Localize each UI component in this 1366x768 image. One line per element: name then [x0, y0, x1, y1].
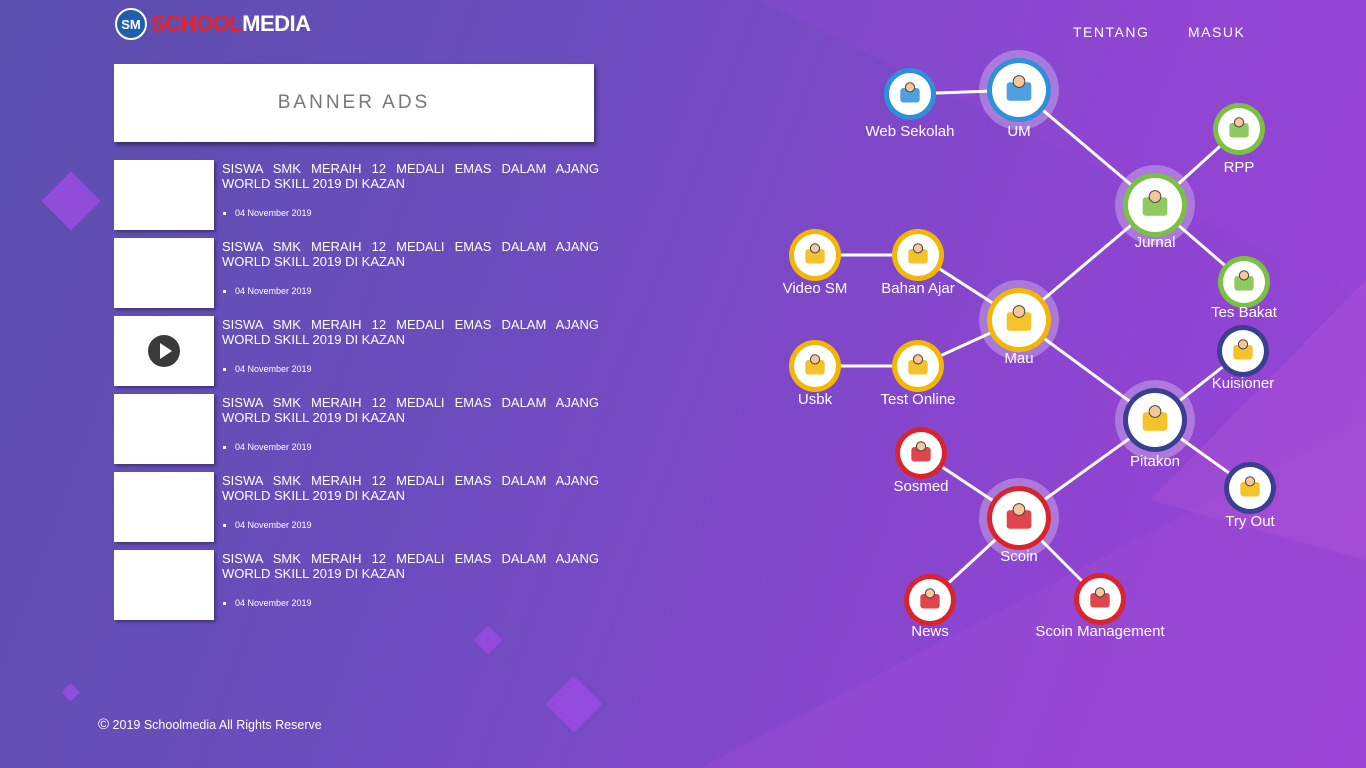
menu-label-news[interactable]: News	[911, 623, 949, 640]
menu-node-mau[interactable]	[979, 280, 1059, 360]
menu-node-scoin-management[interactable]	[1074, 573, 1126, 625]
menu-label-bahan-ajar[interactable]: Bahan Ajar	[881, 280, 954, 297]
menu-node-um[interactable]	[979, 50, 1059, 130]
menu-label-kuisioner[interactable]: Kuisioner	[1212, 375, 1275, 392]
menu-label-pitakon[interactable]: Pitakon	[1130, 453, 1180, 470]
menu-label-mau[interactable]: Mau	[1004, 350, 1033, 367]
menu-node-usbk[interactable]	[789, 340, 841, 392]
menu-node-web-sekolah[interactable]	[884, 68, 936, 120]
menu-node-scoin[interactable]	[979, 478, 1059, 558]
menu-node-news[interactable]	[904, 574, 956, 626]
menu-node-kuisioner[interactable]	[1217, 325, 1269, 377]
menu-label-usbk[interactable]: Usbk	[798, 391, 832, 408]
menu-label-jurnal[interactable]: Jurnal	[1135, 234, 1176, 251]
menu-node-test-online[interactable]	[892, 340, 944, 392]
menu-node-tes-bakat[interactable]	[1218, 256, 1270, 308]
menu-node-bahan-ajar[interactable]	[892, 229, 944, 281]
menu-label-try-out[interactable]: Try Out	[1225, 513, 1274, 530]
menu-label-web-sekolah[interactable]: Web Sekolah	[866, 123, 955, 140]
menu-node-try-out[interactable]	[1224, 462, 1276, 514]
menu-network-diagram	[789, 50, 1276, 626]
menu-label-scoin[interactable]: Scoin	[1000, 548, 1038, 565]
menu-label-um[interactable]: UM	[1007, 123, 1030, 140]
menu-label-scoin-management[interactable]: Scoin Management	[1035, 623, 1164, 640]
menu-node-sosmed[interactable]	[895, 427, 947, 479]
menu-node-jurnal[interactable]	[1115, 165, 1195, 245]
menu-label-sosmed[interactable]: Sosmed	[893, 478, 948, 495]
menu-node-video-sm[interactable]	[789, 229, 841, 281]
menu-label-test-online[interactable]: Test Online	[880, 391, 955, 408]
menu-label-rpp[interactable]: RPP	[1224, 159, 1255, 176]
menu-node-pitakon[interactable]	[1115, 380, 1195, 460]
menu-label-tes-bakat[interactable]: Tes Bakat	[1211, 304, 1277, 321]
menu-label-video-sm[interactable]: Video SM	[783, 280, 848, 297]
menu-node-rpp[interactable]	[1213, 103, 1265, 155]
